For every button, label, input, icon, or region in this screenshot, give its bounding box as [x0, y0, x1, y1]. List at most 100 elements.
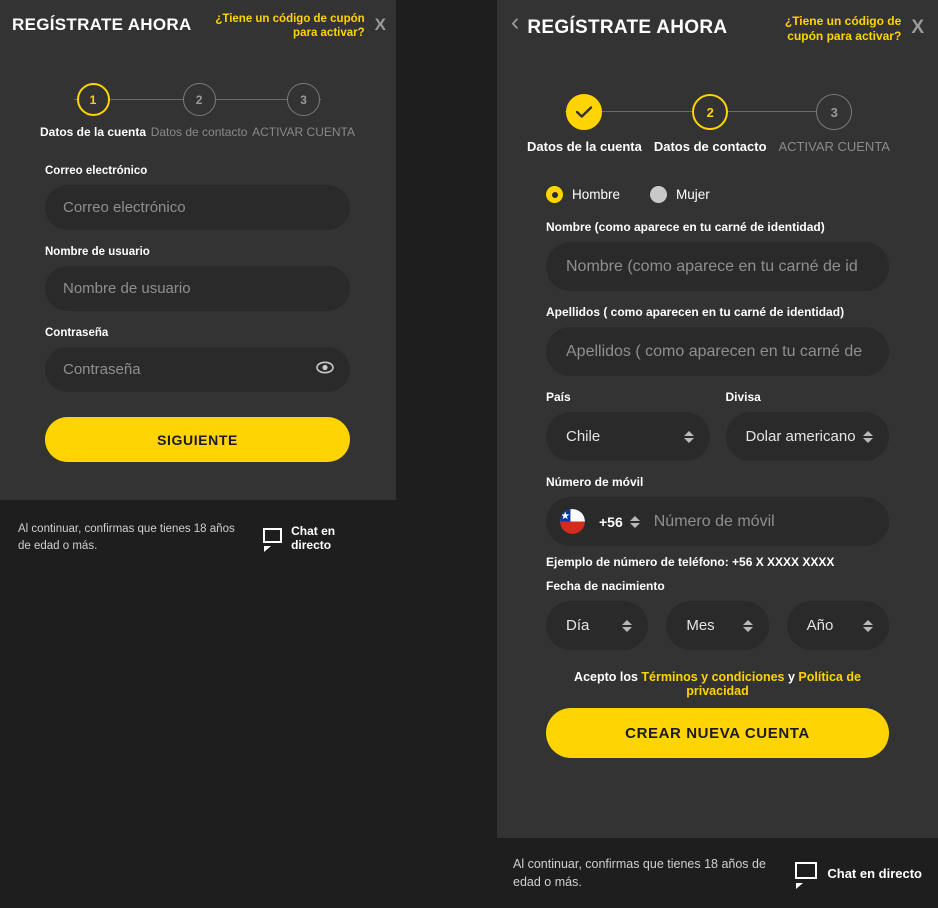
live-chat-label: Chat en directo: [827, 865, 922, 881]
country-code-value[interactable]: +56: [599, 514, 623, 530]
country-field-group: País Chile: [546, 390, 710, 461]
birth-month-select[interactable]: Mes: [666, 601, 769, 650]
age-disclaimer: Al continuar, confirmas que tienes 18 añ…: [18, 522, 235, 552]
first-name-input[interactable]: [546, 242, 889, 291]
country-value: Chile: [566, 428, 601, 445]
left-stepper: 1 Datos de la cuenta 2 Datos de contacto…: [40, 83, 355, 139]
birth-day-select[interactable]: Día: [546, 601, 649, 650]
close-icon[interactable]: X: [375, 15, 386, 35]
registration-card-step1: REGÍSTRATE AHORA ¿Tiene un código de cup…: [0, 0, 396, 500]
step-label: Datos de contacto: [653, 139, 767, 154]
last-name-label: Apellidos ( como aparecen en tu carné de…: [546, 305, 845, 319]
step-bubble: 3: [816, 94, 853, 130]
chevron-updown-icon: [742, 619, 753, 632]
chile-flag-icon: [560, 509, 585, 534]
email-label: Correo electrónico: [45, 165, 148, 177]
eye-icon[interactable]: [316, 361, 334, 379]
first-name-label: Nombre (como aparece en tu carné de iden…: [546, 220, 825, 234]
radio-unselected-icon: [650, 186, 668, 203]
chevron-updown-icon[interactable]: [629, 515, 640, 528]
close-icon[interactable]: X: [911, 17, 924, 39]
terms-prefix: Acepto los: [574, 670, 642, 684]
mobile-input-wrapper: +56: [546, 497, 889, 546]
stepper-step-2[interactable]: 2 Datos de contacto: [654, 94, 767, 154]
first-name-field-group: Nombre (como aparece en tu carné de iden…: [546, 220, 889, 291]
email-input[interactable]: [45, 185, 350, 230]
birthdate-field-group: Fecha de nacimiento Día Mes Año: [546, 579, 889, 650]
step-label: ACTIVAR CUENTA: [252, 125, 355, 139]
gender-female-label: Mujer: [676, 187, 710, 202]
live-chat-button[interactable]: Chat en directo: [795, 862, 922, 889]
live-chat-button[interactable]: Chat en directo: [263, 524, 378, 552]
account-details-form: Correo electrónico Nombre de usuario Con…: [45, 165, 350, 462]
gender-male-label: Hombre: [572, 187, 621, 202]
last-name-field-group: Apellidos ( como aparecen en tu carné de…: [546, 305, 889, 376]
currency-value: Dolar americano: [745, 428, 856, 445]
chevron-updown-icon: [863, 430, 873, 443]
mobile-field-group: Número de móvil +56 Número de móvil Ejem…: [546, 475, 889, 569]
terms-conditions-link[interactable]: Términos y condiciones: [641, 670, 784, 684]
step-label: Datos de la cuenta: [40, 125, 147, 139]
birthdate-label: Fecha de nacimiento: [546, 579, 665, 593]
screen-root: REGÍSTRATE AHORA ¿Tiene un código de cup…: [0, 0, 938, 908]
stepper-step-1[interactable]: 1 Datos de la cuenta: [40, 83, 146, 139]
chevron-updown-icon: [683, 430, 694, 443]
step-bubble: 2: [692, 94, 729, 130]
password-field-group: Contraseña: [45, 327, 350, 392]
step-label: ACTIVAR CUENTA: [778, 139, 890, 154]
create-account-button[interactable]: CREAR NUEVA CUENTA: [546, 708, 889, 758]
terms-acceptance-text: Acepto los Términos y condiciones y Polí…: [546, 670, 889, 698]
step-bubble-complete: [566, 94, 603, 130]
mobile-format-hint: Ejemplo de número de teléfono: +56 X XXX…: [546, 555, 835, 569]
last-name-input[interactable]: [546, 327, 889, 376]
step-bubble: 1: [76, 83, 110, 116]
left-card-header: REGÍSTRATE AHORA ¿Tiene un código de cup…: [12, 12, 386, 41]
coupon-code-link[interactable]: ¿Tiene un código de cupón para activar?: [205, 12, 364, 41]
terms-conjunction: y: [784, 670, 799, 684]
currency-field-group: Divisa Dolar americano: [725, 390, 889, 461]
gender-radio-group: Hombre Mujer: [546, 186, 889, 203]
password-input[interactable]: [45, 347, 350, 392]
contact-details-form: Hombre Mujer Nombre (como aparece en tu …: [546, 186, 889, 758]
username-label: Nombre de usuario: [45, 246, 150, 258]
gender-option-male[interactable]: Hombre: [546, 186, 620, 203]
username-field-group: Nombre de usuario: [45, 246, 350, 311]
next-button[interactable]: SIGUIENTE: [45, 417, 350, 462]
stepper-step-3[interactable]: 3 ACTIVAR CUENTA: [252, 83, 355, 139]
chat-bubble-icon: [263, 528, 283, 552]
birth-year-select[interactable]: Año: [786, 601, 889, 650]
step-bubble: 3: [287, 83, 321, 116]
password-label: Contraseña: [45, 327, 109, 339]
chevron-updown-icon: [622, 619, 633, 632]
currency-select[interactable]: Dolar americano: [725, 412, 889, 461]
radio-selected-icon: [546, 186, 563, 203]
country-label: País: [546, 390, 571, 404]
step-label: Datos de la cuenta: [527, 139, 642, 154]
chat-bubble-icon: [795, 862, 818, 889]
birth-year-value: Año: [806, 617, 834, 634]
gender-option-female[interactable]: Mujer: [650, 186, 710, 203]
email-field-group: Correo electrónico: [45, 165, 350, 230]
stepper-step-2[interactable]: 2 Datos de contacto: [150, 83, 248, 139]
step-label: Datos de contacto: [150, 125, 248, 139]
page-title: REGÍSTRATE AHORA: [12, 15, 192, 34]
stepper-step-3[interactable]: 3 ACTIVAR CUENTA: [779, 94, 890, 154]
left-footer: Al continuar, confirmas que tienes 18 añ…: [0, 500, 396, 575]
birth-day-value: Día: [566, 617, 590, 634]
stepper-step-1[interactable]: Datos de la cuenta: [527, 94, 642, 154]
country-currency-row: País Chile Divisa Dolar americano: [546, 390, 889, 461]
mobile-number-input[interactable]: [639, 512, 879, 531]
right-card-header: ‹ REGÍSTRATE AHORA ¿Tiene un código de c…: [511, 10, 924, 44]
birthdate-selects-row: Día Mes Año: [546, 601, 889, 650]
right-stepper: Datos de la cuenta 2 Datos de contacto 3…: [527, 94, 890, 154]
chevron-updown-icon: [862, 619, 873, 632]
coupon-code-link[interactable]: ¿Tiene un código de cupón para activar?: [779, 14, 901, 44]
mobile-label: Número de móvil: [546, 475, 644, 489]
page-title: REGÍSTRATE AHORA: [527, 17, 728, 38]
live-chat-label: Chat en directo: [291, 523, 336, 552]
step-bubble: 2: [182, 83, 216, 116]
age-disclaimer: Al continuar, confirmas que tienes 18 añ…: [513, 856, 766, 889]
username-input[interactable]: [45, 266, 350, 311]
country-select[interactable]: Chile: [546, 412, 710, 461]
back-chevron-icon[interactable]: ‹: [511, 10, 519, 35]
